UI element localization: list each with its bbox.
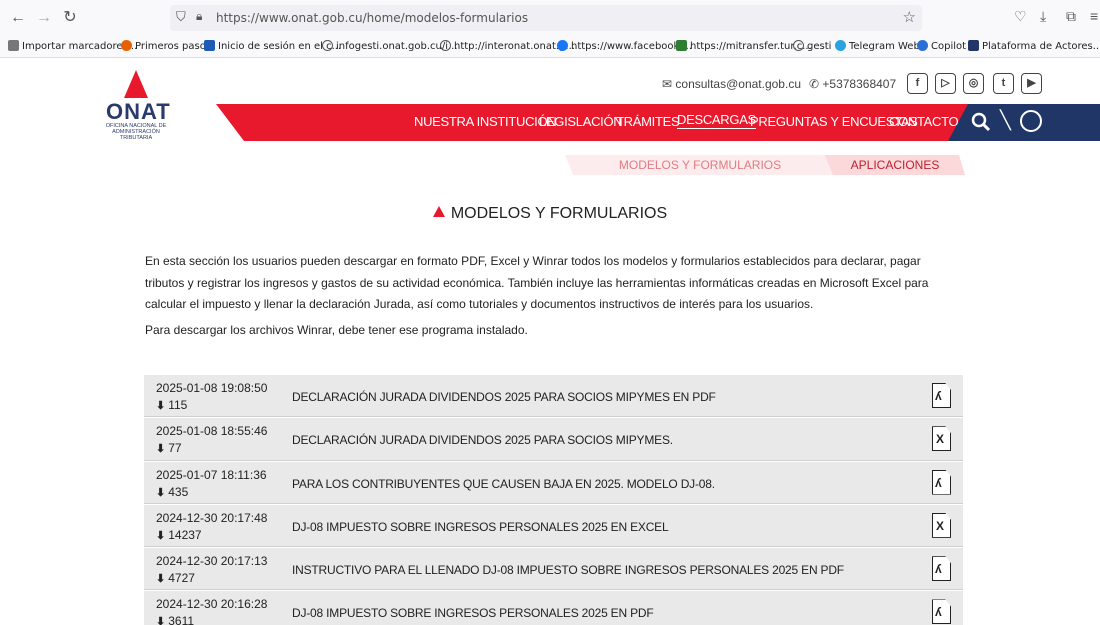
bookmark-item[interactable]: Telegram Web (835, 40, 920, 52)
menu-descargas[interactable]: DESCARGAS (677, 112, 756, 129)
table-row: 2024-12-30 20:17:48 ⬇ 14237 DJ-08 IMPUEST… (144, 503, 963, 548)
file-date: 2025-01-07 18:11:36 (156, 467, 267, 482)
facebook-icon[interactable]: f (907, 73, 928, 94)
tab-aplicaciones[interactable]: APLICACIONES (825, 155, 965, 175)
search-icon[interactable] (970, 111, 992, 133)
file-title[interactable]: DJ-08 IMPUESTO SOBRE INGRESOS PERSONALES… (292, 520, 669, 534)
download-count: ⬇ 435 (156, 484, 189, 499)
extensions-icon[interactable]: ⧉ (1066, 8, 1076, 25)
pdf-file-icon[interactable]: ʎ (932, 469, 951, 495)
download-icon: ⬇ (156, 400, 166, 412)
bookmarks-bar: Importar marcadores... Primeros pasos In… (0, 36, 1100, 58)
twitter-icon[interactable]: t (993, 73, 1014, 94)
table-row: 2024-12-30 20:16:28 ⬇ 3611 DJ-08 IMPUESTO… (144, 590, 963, 625)
file-title[interactable]: PARA LOS CONTRIBUYENTES QUE CAUSEN BAJA … (292, 477, 715, 491)
download-icon: ⬇ (156, 616, 166, 625)
excel-file-icon[interactable]: X (932, 512, 951, 538)
pdf-file-icon[interactable]: ʎ (932, 383, 951, 408)
telegram-icon[interactable]: ◎ (963, 73, 984, 94)
download-count: ⬇ 77 (156, 441, 182, 456)
download-count: ⬇ 3611 (156, 614, 194, 625)
file-title[interactable]: INSTRUCTIVO PARA EL LLENADO DJ-08 IMPUES… (292, 563, 844, 577)
menu-contacto[interactable]: CONTACTO (889, 114, 959, 129)
onat-logo[interactable]: ONAT OFICINA NACIONAL DE ADMINISTRACIÓN … (96, 68, 176, 141)
table-row: 2024-12-30 20:17:13 ⬇ 4727 INSTRUCTIVO PA… (144, 547, 963, 591)
phone-contact[interactable]: ✆ +5378368407 (809, 77, 896, 91)
red-triangle-icon (432, 206, 445, 217)
logo-text: ONAT (106, 99, 171, 124)
reload-icon[interactable]: ↻ (60, 8, 80, 28)
menu-legislacion[interactable]: LEGISLACIÓN (539, 114, 623, 129)
email-text: consultas@onat.gob.cu (675, 77, 801, 91)
file-date: 2024-12-30 20:16:28 (156, 597, 268, 612)
pocket-icon[interactable]: ♡ (1014, 8, 1027, 25)
download-icon: ⬇ (156, 443, 166, 456)
pdf-file-icon[interactable]: ʎ (932, 556, 951, 582)
bookmark-star-icon[interactable]: ☆ (903, 8, 916, 26)
browser-toolbar: ← → ↻ ⛉ 🔒︎ https://www.onat.gob.cu/home/… (0, 0, 1100, 36)
pdf-file-icon[interactable]: ʎ (932, 599, 951, 625)
download-count: ⬇ 115 (156, 398, 188, 412)
user-icon[interactable] (1020, 110, 1042, 132)
bookmark-item[interactable]: Importar marcadores... (8, 40, 137, 52)
table-row: 2025-01-07 18:11:36 ⬇ 435 PARA LOS CONTRI… (144, 460, 963, 504)
table-row: 2025-01-08 19:08:50 ⬇ 115 DECLARACIÓN JUR… (144, 374, 963, 418)
file-title[interactable]: DECLARACIÓN JURADA DIVIDENDOS 2025 PARA … (292, 390, 716, 404)
bookmark-item[interactable]: http://interonat.onat.g... (440, 40, 575, 52)
forward-icon[interactable]: → (34, 8, 54, 28)
file-date: 2025-01-08 18:55:46 (156, 424, 268, 439)
logo-triangle (124, 70, 148, 98)
youtube-play-icon[interactable]: ▷ (935, 73, 956, 94)
files-table: 2025-01-08 19:08:50 ⬇ 115 DECLARACIÓN JUR… (144, 374, 963, 625)
bookmark-item[interactable]: gesti (793, 40, 831, 52)
download-icon: ⬇ (156, 529, 166, 542)
winrar-note: Para descargar los archivos Winrar, debe… (145, 323, 528, 337)
excel-file-icon[interactable]: X (932, 426, 951, 452)
intro-text: En esta sección los usuarios pueden desc… (145, 254, 929, 311)
bookmark-item[interactable]: Primeros pasos (121, 40, 211, 52)
bookmark-item[interactable]: Copilot (917, 40, 966, 52)
bookmark-item[interactable]: Plataforma de Actores... (968, 40, 1100, 52)
menu-icon[interactable]: ≡ (1090, 8, 1098, 24)
phone-text: +5378368407 (822, 77, 897, 91)
bookmark-item[interactable]: Inicio de sesión en el c... (204, 40, 341, 52)
tab-modelos-formularios[interactable]: MODELOS Y FORMULARIOS (565, 155, 835, 175)
file-title[interactable]: DECLARACIÓN JURADA DIVIDENDOS 2025 PARA … (292, 433, 673, 447)
video-icon[interactable]: ▶ (1021, 73, 1042, 94)
table-row: 2025-01-08 18:55:46 ⬇ 77 DECLARACIÓN JURA… (144, 417, 963, 461)
bookmark-item[interactable]: https://www.facebook.... (557, 40, 692, 52)
bookmark-item[interactable]: infogesti.onat.gob.cu/i... (322, 40, 458, 52)
address-bar[interactable]: ⛉ 🔒︎ https://www.onat.gob.cu/home/modelo… (170, 5, 922, 31)
page-title: MODELOS Y FORMULARIOS (0, 205, 1100, 223)
file-date: 2025-01-08 19:08:50 (156, 381, 268, 395)
download-icon: ⬇ (156, 573, 166, 586)
url-text[interactable]: https://www.onat.gob.cu/home/modelos-for… (216, 11, 528, 25)
download-icon: ⬇ (156, 486, 166, 499)
file-date: 2024-12-30 20:17:13 (156, 554, 268, 569)
download-count: ⬇ 14237 (156, 527, 202, 542)
lock-icon[interactable]: 🔒︎ (196, 9, 202, 24)
file-date: 2024-12-30 20:17:48 (156, 510, 268, 525)
email-contact[interactable]: ✉ consultas@onat.gob.cu (662, 77, 801, 91)
bookmark-item[interactable]: https://mitransfer.tur.c... (676, 40, 812, 52)
separator-icon: ╲ (1000, 110, 1011, 130)
menu-tramites[interactable]: TRÁMITES (616, 114, 680, 129)
file-title[interactable]: DJ-08 IMPUESTO SOBRE INGRESOS PERSONALES… (292, 606, 654, 620)
shield-icon[interactable]: ⛉ (176, 9, 186, 25)
logo-subtitle: OFICINA NACIONAL DE ADMINISTRACIÓN TRIBU… (105, 123, 167, 141)
download-icon[interactable]: ⤓ (1040, 8, 1046, 25)
back-icon[interactable]: ← (8, 8, 28, 28)
menu-nuestra-institucion[interactable]: NUESTRA INSTITUCIÓN (414, 114, 557, 129)
download-count: ⬇ 4727 (156, 571, 195, 586)
